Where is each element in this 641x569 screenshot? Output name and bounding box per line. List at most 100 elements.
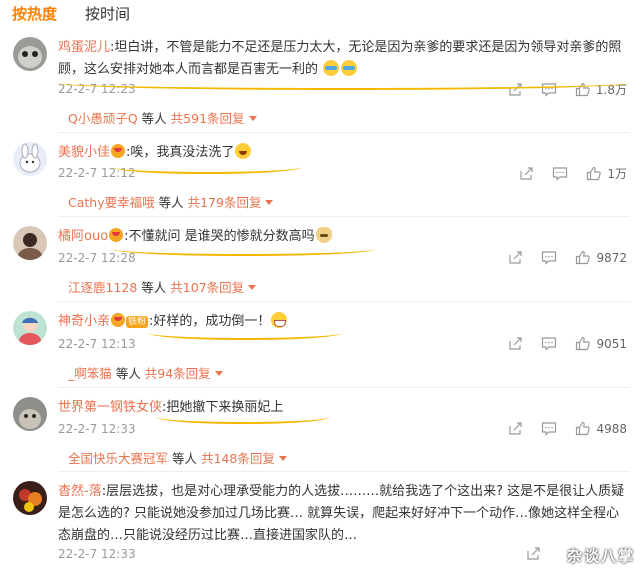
like-count: 1万	[607, 167, 627, 181]
like-button[interactable]: 9051	[575, 336, 627, 351]
reply-mid-text: 等人	[141, 111, 167, 126]
reply-username[interactable]: Q小愚顽子Q	[68, 111, 138, 126]
like-button[interactable]: 4988	[575, 421, 627, 436]
highlight-underline	[148, 326, 342, 340]
caret-down-icon	[214, 371, 223, 376]
comment-time: 22-2-7 12:33	[58, 422, 136, 436]
divider	[58, 387, 630, 388]
like-icon	[576, 250, 591, 265]
reply-total-link[interactable]: 共107条回复	[170, 280, 257, 295]
reply-mid-text: 等人	[172, 451, 198, 466]
comment-content: :层层选拔，也是对心理承受能力的人选拔………就给我选了个这出来? 这是不是很让人…	[58, 484, 625, 543]
comment-content: :坦白讲，不管是能力不足还是压力太大，无论是因为亲爹的要求还是因为领导对亲爹的照…	[58, 40, 622, 77]
comment-item: 杳然-落:层层选拔，也是对心理承受能力的人选拔………就给我选了个这出来? 这是不…	[0, 481, 641, 569]
comment-username[interactable]: 橘阿ouo	[58, 229, 108, 244]
comment-text: 鸡蛋泥儿:坦白讲，不管是能力不足还是压力太大，无论是因为亲爹的要求还是因为领导对…	[58, 37, 630, 81]
comment-text: 美貌小佳 :唉，我真没法洗了	[58, 142, 630, 164]
comment-username[interactable]: 杳然-落	[58, 484, 102, 499]
comment-actions: 9051	[508, 336, 627, 351]
like-icon	[587, 166, 602, 181]
share-icon[interactable]	[508, 250, 523, 265]
highlight-underline	[112, 242, 376, 256]
comment-icon[interactable]	[541, 336, 557, 351]
fan-badge-icon	[109, 228, 124, 242]
share-icon[interactable]	[508, 336, 523, 351]
comment-item: 世界第一钢铁女侠:把她撤下来换丽妃上 22-2-7 12:33 4988 全国快…	[0, 397, 641, 477]
reply-total-link[interactable]: 共94条回复	[145, 366, 223, 381]
like-count: 4988	[596, 421, 627, 436]
tab-by-time[interactable]: 按时间	[85, 2, 130, 28]
comment-item: 神奇小亲 铁粉:好样的，成功倒一！ 22-2-7 12:13 9051 _啊笨猫 …	[0, 311, 641, 395]
comment-time: 22-2-7 12:28	[58, 251, 136, 265]
caret-down-icon	[248, 285, 257, 290]
reply-username[interactable]: 江逐鹿1128	[68, 280, 137, 295]
reply-username[interactable]: 全国快乐大赛冠军	[68, 451, 168, 466]
reply-total-link[interactable]: 共148条回复	[201, 451, 287, 466]
highlight-underline	[112, 160, 302, 174]
avatar[interactable]	[13, 481, 47, 515]
divider	[58, 132, 630, 133]
reply-summary: Cathy要幸福哦 等人 共179条回复	[68, 192, 274, 211]
comment-actions	[526, 546, 541, 561]
like-button[interactable]: 9872	[575, 250, 627, 265]
divider	[58, 301, 630, 302]
hug-emoji-icon	[323, 60, 340, 76]
comment-username[interactable]: 美貌小佳	[58, 145, 110, 160]
like-button[interactable]: 1万	[586, 165, 627, 182]
avatar[interactable]	[13, 142, 47, 176]
comment-time: 22-2-7 12:13	[58, 337, 136, 351]
divider	[58, 216, 630, 217]
cat-emoji-icon	[315, 227, 332, 243]
hug-emoji-icon	[341, 60, 358, 76]
like-icon	[576, 336, 591, 351]
iron-fan-badge: 铁粉	[126, 316, 149, 328]
sort-tabs: 按热度 按时间	[12, 2, 130, 28]
reply-summary: 江逐鹿1128 等人 共107条回复	[68, 277, 257, 296]
reply-summary: _啊笨猫 等人 共94条回复	[68, 363, 223, 382]
avatar[interactable]	[13, 311, 47, 345]
like-count: 9051	[596, 336, 627, 351]
caret-down-icon	[248, 116, 257, 121]
comment-actions: 4988	[508, 421, 627, 436]
caret-down-icon	[278, 456, 287, 461]
comment-text: 世界第一钢铁女侠:把她撤下来换丽妃上	[58, 397, 630, 419]
comment-actions: 1万	[519, 165, 627, 182]
reply-mid-text: 等人	[115, 366, 141, 381]
watermark: 杂谈八掌	[566, 547, 635, 565]
divider	[58, 471, 630, 472]
comment-time: 22-2-7 12:33	[58, 547, 136, 561]
comment-item: 美貌小佳:唉，我真没法洗了 22-2-7 12:12 1万 Cathy要幸福哦 …	[0, 142, 641, 226]
highlight-underline	[56, 76, 630, 90]
share-icon[interactable]	[508, 421, 523, 436]
like-icon	[576, 421, 591, 436]
comment-icon[interactable]	[541, 250, 557, 265]
comment-icon[interactable]	[552, 166, 568, 181]
comment-username[interactable]: 鸡蛋泥儿	[58, 40, 110, 55]
reply-total-link[interactable]: 共179条回复	[188, 195, 274, 210]
comment-text: 神奇小亲 铁粉:好样的，成功倒一！	[58, 311, 630, 333]
fan-badge-icon	[111, 313, 126, 327]
comment-icon[interactable]	[541, 421, 557, 436]
avatar[interactable]	[13, 37, 47, 71]
comment-username[interactable]: 神奇小亲	[58, 314, 110, 329]
comment-item: 橘阿ouo:不懂就问 是谁哭的惨就分数高吗 22-2-7 12:28 9872 …	[0, 226, 641, 310]
comment-username[interactable]: 世界第一钢铁女侠	[58, 400, 162, 415]
comment-actions: 9872	[508, 250, 627, 265]
reply-summary: 全国快乐大赛冠军 等人 共148条回复	[68, 448, 287, 467]
reply-total-link[interactable]: 共591条回复	[171, 111, 257, 126]
reply-mid-text: 等人	[158, 195, 184, 210]
share-icon[interactable]	[526, 546, 541, 561]
fan-badge-icon	[111, 144, 126, 158]
comment-content: :唉，我真没法洗了	[126, 145, 235, 160]
avatar[interactable]	[13, 397, 47, 431]
reply-summary: Q小愚顽子Q 等人 共591条回复	[68, 108, 257, 127]
highlight-underline	[156, 410, 330, 424]
share-icon[interactable]	[519, 166, 534, 181]
caret-down-icon	[265, 200, 274, 205]
tab-by-hot[interactable]: 按热度	[12, 2, 57, 28]
avatar[interactable]	[13, 226, 47, 260]
reply-mid-text: 等人	[141, 280, 167, 295]
reply-username[interactable]: _啊笨猫	[68, 366, 112, 381]
reply-username[interactable]: Cathy要幸福哦	[68, 195, 155, 210]
like-count: 9872	[596, 250, 627, 265]
